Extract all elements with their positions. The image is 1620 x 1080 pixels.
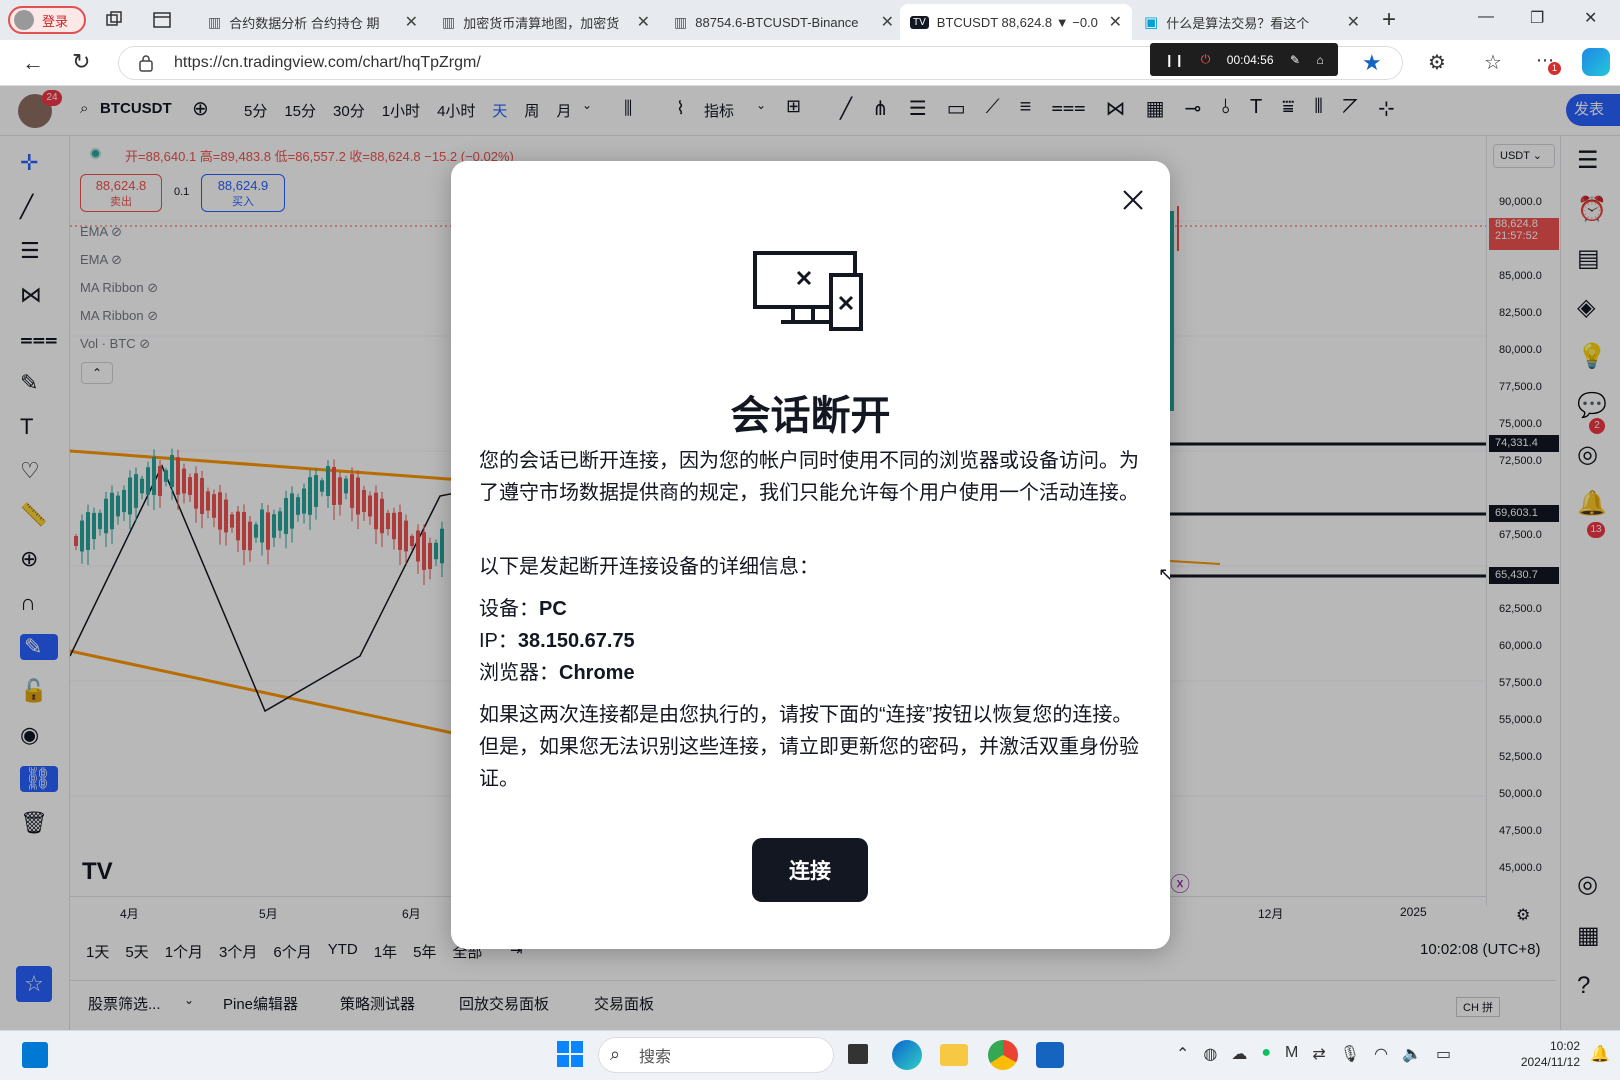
bilibili-favicon-icon: ▣ bbox=[1144, 14, 1159, 31]
windows-start-icon[interactable] bbox=[556, 1040, 584, 1068]
close-icon[interactable]: ✕ bbox=[405, 12, 418, 32]
window-close-icon[interactable]: ✕ bbox=[1584, 8, 1597, 28]
dialog-instructions: 如果这两次连接都是由您执行的，请按下面的“连接”按钮以恢复您的连接。但是，如果您… bbox=[479, 704, 1139, 790]
recorder-time: 00:04:56 bbox=[1226, 52, 1274, 67]
url-text: https://cn.tradingview.com/chart/hqTpZrg… bbox=[174, 54, 481, 71]
profile-label: 登录 bbox=[42, 13, 69, 29]
device-value: PC bbox=[539, 598, 567, 620]
ip-value: 38.150.67.75 bbox=[517, 630, 635, 652]
chart-favicon-icon: ▥ bbox=[208, 13, 222, 30]
dialog-close-icon[interactable] bbox=[1116, 183, 1150, 217]
session-disconnected-dialog: 会话断开 您的会话已断开连接，因为您的帐户同时使用不同的浏览器或设备访问。为了遵… bbox=[451, 161, 1170, 949]
volume-icon[interactable]: 🔈 bbox=[1402, 1044, 1422, 1064]
refresh-icon[interactable]: ↻ bbox=[72, 49, 90, 75]
close-icon[interactable]: ✕ bbox=[881, 12, 894, 32]
ip-label: IP： bbox=[479, 630, 518, 652]
tray-m-icon[interactable]: M bbox=[1285, 1044, 1298, 1064]
edge-icon[interactable] bbox=[892, 1040, 922, 1070]
tradingview-favicon-icon: TV bbox=[910, 15, 929, 29]
cloud-icon[interactable]: ☁ bbox=[1231, 1044, 1247, 1064]
extensions-icon[interactable]: ⚙ bbox=[1428, 50, 1446, 75]
workspaces-icon[interactable] bbox=[104, 10, 124, 30]
taskbar-search[interactable]: 搜索 bbox=[598, 1037, 834, 1073]
taskbar-clock[interactable]: 10:02 2024/11/12 bbox=[1500, 1038, 1580, 1070]
favorites-icon[interactable]: ☆ bbox=[1484, 50, 1502, 75]
wechat-icon[interactable]: ● bbox=[1261, 1044, 1271, 1064]
close-icon[interactable]: ✕ bbox=[637, 12, 650, 32]
browser-value: Chrome bbox=[559, 662, 635, 684]
new-tab-button[interactable]: + bbox=[1382, 6, 1396, 34]
tab-1[interactable]: ▥ 合约数据分析 合约持仓 期 ✕ bbox=[198, 4, 428, 40]
favorite-star-icon[interactable]: ★ bbox=[1362, 50, 1382, 76]
back-icon[interactable]: ← bbox=[22, 50, 44, 76]
time: 10:02 bbox=[1549, 1039, 1580, 1053]
tab-title: 什么是算法交易？看这个 bbox=[1166, 15, 1310, 31]
notification-bell-icon[interactable]: 🔔 bbox=[1590, 1044, 1610, 1064]
dialog-title: 会话断开 bbox=[730, 394, 891, 438]
system-tray: ⌃ ◍ ☁ ● M ⇄ 🎙 ◠ 🔈 ▭ bbox=[1176, 1044, 1451, 1064]
restore-icon[interactable]: ❐ bbox=[1530, 8, 1544, 28]
browser-info: 浏览器：Chrome bbox=[479, 657, 1139, 689]
pause-icon[interactable]: ❙❙ bbox=[1164, 53, 1184, 67]
tab-5[interactable]: ▣ 什么是算法交易？看这个 ✕ bbox=[1134, 4, 1370, 40]
wifi-icon[interactable]: ◠ bbox=[1374, 1044, 1388, 1064]
device-info: 设备：PC bbox=[479, 593, 1139, 625]
transfer-icon[interactable]: ⇄ bbox=[1312, 1044, 1325, 1064]
chrome-icon[interactable] bbox=[988, 1040, 1018, 1070]
file-explorer-icon[interactable] bbox=[940, 1044, 968, 1066]
search-icon: ⌕ bbox=[610, 1044, 621, 1064]
profile-button[interactable]: 登录 bbox=[8, 6, 86, 34]
ip-info: IP：38.150.67.75 bbox=[479, 625, 1139, 657]
site-info-icon[interactable] bbox=[138, 54, 154, 72]
browser-label: 浏览器： bbox=[479, 662, 559, 684]
extension-badge: 1 bbox=[1548, 62, 1561, 75]
date: 2024/11/12 bbox=[1520, 1055, 1580, 1069]
stop-icon[interactable]: ⏻ bbox=[1201, 52, 1211, 67]
pen-icon[interactable]: ✎ bbox=[1290, 53, 1300, 67]
tab-title: 88754.6-BTCUSDT-Binance bbox=[695, 14, 859, 30]
mic-icon[interactable]: 🎙 bbox=[1340, 1044, 1360, 1064]
meeting-app-icon[interactable] bbox=[1036, 1042, 1064, 1068]
tab-title: BTCUSDT 88,624.8 ▼ −0.0 bbox=[936, 14, 1098, 30]
tab-4-active[interactable]: TV BTCUSDT 88,624.8 ▼ −0.0 ✕ bbox=[900, 4, 1132, 40]
dialog-message: 您的会话已断开连接，因为您的帐户同时使用不同的浏览器或设备访问。为了遵守市场数据… bbox=[479, 450, 1139, 504]
copilot-icon[interactable] bbox=[1582, 48, 1610, 76]
search-placeholder: 搜索 bbox=[639, 1049, 672, 1066]
disconnected-devices-icon bbox=[751, 249, 867, 333]
tab-actions-icon[interactable] bbox=[152, 10, 172, 30]
tab-title: 合约数据分析 合约持仓 期 bbox=[229, 15, 380, 31]
tab-title: 加密货币清算地图，加密货 bbox=[463, 15, 620, 31]
chart-favicon-icon: ▥ bbox=[442, 13, 456, 30]
close-icon[interactable]: ✕ bbox=[1347, 12, 1360, 32]
tray-app-icon[interactable]: ◍ bbox=[1203, 1044, 1217, 1064]
screen-recorder-bar[interactable]: ❙❙ ⏻ 00:04:56 ✎ ⌂ bbox=[1150, 43, 1338, 76]
close-icon[interactable]: ✕ bbox=[1109, 12, 1122, 32]
mouse-cursor-icon: ↖ bbox=[1158, 564, 1174, 584]
profile-avatar bbox=[14, 10, 34, 30]
minimize-icon[interactable]: — bbox=[1478, 8, 1494, 26]
chevron-up-icon[interactable]: ⌃ bbox=[1176, 1044, 1189, 1064]
tab-3[interactable]: ▥ 88754.6-BTCUSDT-Binance ✕ bbox=[664, 4, 904, 40]
task-view-icon[interactable] bbox=[848, 1044, 868, 1064]
connect-button[interactable]: 连接 bbox=[752, 838, 868, 902]
chart-favicon-icon: ▥ bbox=[674, 13, 688, 30]
dialog-details-intro: 以下是发起断开连接设备的详细信息： bbox=[479, 556, 819, 578]
device-label: 设备： bbox=[479, 598, 539, 620]
tab-2[interactable]: ▥ 加密货币清算地图，加密货 ✕ bbox=[432, 4, 660, 40]
battery-icon[interactable]: ▭ bbox=[1436, 1044, 1451, 1064]
widgets-icon[interactable] bbox=[22, 1042, 48, 1068]
home-icon[interactable]: ⌂ bbox=[1317, 53, 1324, 67]
